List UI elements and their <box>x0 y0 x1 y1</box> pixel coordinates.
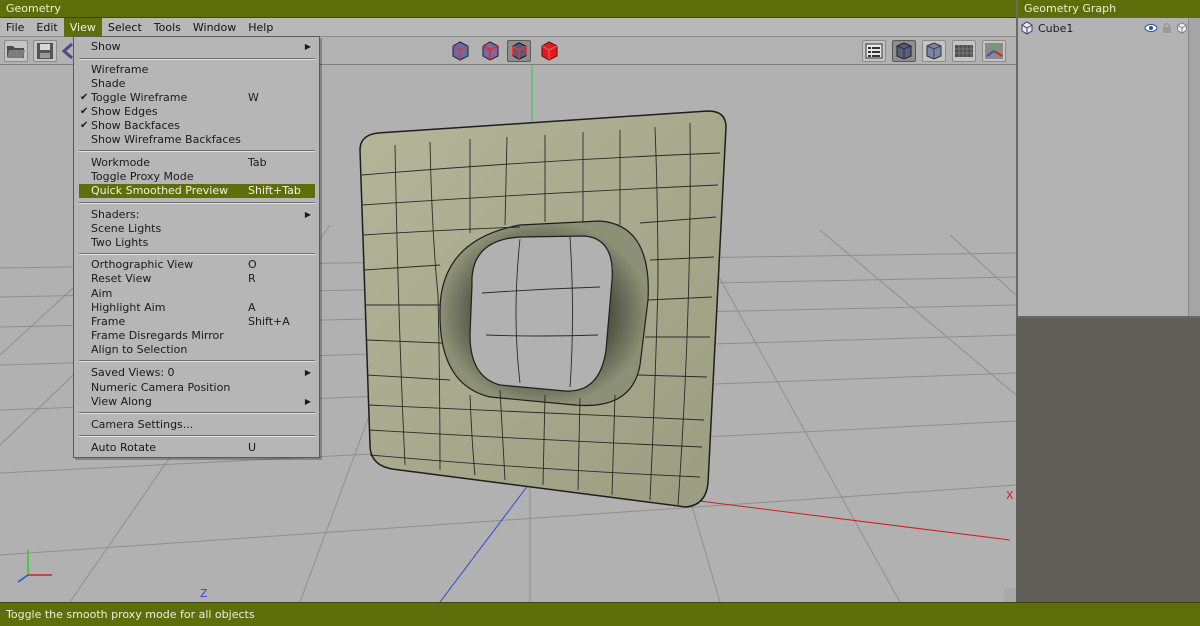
menu-item-saved-views[interactable]: Saved Views: 0 ▶ <box>79 366 315 380</box>
ground-grid-button[interactable] <box>952 40 976 62</box>
geometry-graph-title: Geometry Graph <box>1024 2 1117 15</box>
checkmark-icon: ✔ <box>80 120 89 131</box>
menu-select[interactable]: Select <box>102 18 148 37</box>
menu-separator <box>79 412 315 414</box>
cube1-mesh[interactable] <box>359 110 727 508</box>
graph-item-label: Cube1 <box>1038 21 1074 35</box>
cube-object-icon <box>1021 21 1033 35</box>
window-titlebar: Geometry <box>0 0 1016 18</box>
open-icon <box>7 46 25 58</box>
panel-list-icon <box>865 43 883 59</box>
submenu-arrow-icon: ▶ <box>304 42 311 51</box>
menu-item-view-along[interactable]: View Along ▶ <box>79 395 315 409</box>
ground-grid-icon <box>955 45 973 57</box>
menu-item-workmode[interactable]: Workmode Tab <box>79 156 315 170</box>
menu-item-numeric-camera-position[interactable]: Numeric Camera Position <box>79 381 315 395</box>
menu-item-quick-smoothed-preview[interactable]: Quick Smoothed Preview Shift+Tab <box>79 184 315 198</box>
menu-view[interactable]: View <box>63 17 102 37</box>
mesh-hole <box>469 235 613 392</box>
menu-item-frame-disregards-mirror[interactable]: Frame Disregards Mirror <box>79 329 315 343</box>
menu-item-orthographic-view[interactable]: Orthographic View O <box>79 258 315 272</box>
cube-wire-red-icon <box>482 41 499 61</box>
axes-toggle-button[interactable] <box>982 40 1006 62</box>
menu-item-auto-rotate[interactable]: Auto Rotate U <box>79 441 315 455</box>
menu-item-show-backfaces[interactable]: ✔ Show Backfaces <box>79 119 315 133</box>
geometry-graph-titlebar: Geometry Graph <box>1018 0 1200 18</box>
open-button[interactable] <box>4 40 28 62</box>
menu-item-wireframe[interactable]: Wireframe <box>79 63 315 77</box>
menu-window[interactable]: Window <box>187 18 242 37</box>
flat-view-button[interactable] <box>922 40 946 62</box>
menu-edit[interactable]: Edit <box>30 18 63 37</box>
submenu-arrow-icon: ▶ <box>304 210 311 219</box>
menu-separator <box>79 360 315 362</box>
checkmark-icon: ✔ <box>80 92 89 103</box>
graph-item-cube1[interactable]: Cube1 <box>1020 20 1188 36</box>
undo-button[interactable] <box>60 40 74 62</box>
menu-item-two-lights[interactable]: Two Lights <box>79 236 315 250</box>
menu-item-toggle-proxy-mode[interactable]: Toggle Proxy Mode <box>79 170 315 184</box>
save-icon <box>37 43 53 59</box>
shade-edges-mode-button[interactable] <box>507 40 531 62</box>
cube-wire-icon <box>452 41 469 61</box>
x-axis-label: X <box>1006 489 1014 502</box>
menu-item-aim[interactable]: Aim <box>79 287 315 301</box>
shaded-view-button[interactable] <box>892 40 916 62</box>
menu-item-show-wireframe-backfaces[interactable]: Show Wireframe Backfaces <box>79 133 315 147</box>
submenu-arrow-icon: ▶ <box>304 368 311 377</box>
menubar: File Edit View Select Tools Window Help <box>0 17 1016 37</box>
z-axis-line <box>439 479 533 602</box>
shaded-cube-icon <box>896 42 912 60</box>
menu-tools[interactable]: Tools <box>148 18 187 37</box>
wire-mode-button[interactable] <box>448 40 472 62</box>
z-axis-label: Z <box>200 587 208 600</box>
menu-item-show[interactable]: Show ▶ <box>79 40 315 54</box>
wire-shade-mode-button[interactable] <box>478 40 502 62</box>
axes-icon <box>985 43 1003 59</box>
menu-item-toggle-wireframe[interactable]: ✔ Toggle Wireframe W <box>79 91 315 105</box>
status-bar: Toggle the smooth proxy mode for all obj… <box>0 602 1200 626</box>
axis-gizmo <box>17 550 52 583</box>
menu-help[interactable]: Help <box>242 18 279 37</box>
menu-separator <box>79 150 315 152</box>
submenu-arrow-icon: ▶ <box>304 397 311 406</box>
solid-mode-button[interactable] <box>537 40 561 62</box>
menu-separator <box>79 253 315 255</box>
menu-item-scene-lights[interactable]: Scene Lights <box>79 222 315 236</box>
menu-separator <box>79 202 315 204</box>
menu-item-reset-view[interactable]: Reset View R <box>79 272 315 286</box>
menu-item-frame[interactable]: Frame Shift+A <box>79 315 315 329</box>
menu-item-shade[interactable]: Shade <box>79 77 315 91</box>
eye-icon[interactable] <box>1144 23 1158 33</box>
menu-item-highlight-aim[interactable]: Highlight Aim A <box>79 301 315 315</box>
save-button[interactable] <box>33 40 57 62</box>
panel-list-button[interactable] <box>862 40 886 62</box>
cube-red-wire-pressed-icon <box>512 42 527 60</box>
cube-red-solid-icon <box>541 41 558 61</box>
viewport-scroll-corner[interactable] <box>1004 588 1016 602</box>
menu-separator <box>79 435 315 437</box>
menu-file[interactable]: File <box>0 18 30 37</box>
menu-item-show-edges[interactable]: ✔ Show Edges <box>79 105 315 119</box>
flat-cube-icon <box>926 42 942 60</box>
view-menu-dropdown: Show ▶ Wireframe Shade ✔ Toggle Wirefram… <box>73 36 320 458</box>
window-title: Geometry <box>6 2 61 15</box>
status-text: Toggle the smooth proxy mode for all obj… <box>6 608 255 621</box>
checkmark-icon: ✔ <box>80 106 89 117</box>
empty-panel-area <box>1016 318 1200 602</box>
render-cube-icon[interactable] <box>1176 22 1188 34</box>
lock-icon[interactable] <box>1162 22 1172 34</box>
geometry-graph-panel: Geometry Graph Cube1 <box>1016 0 1200 318</box>
undo-icon <box>61 42 73 60</box>
menu-separator <box>79 58 315 60</box>
menu-item-shaders[interactable]: Shaders: ▶ <box>79 208 315 222</box>
geometry-graph-scrollbar[interactable] <box>1188 18 1200 316</box>
menu-item-camera-settings[interactable]: Camera Settings... <box>79 418 315 432</box>
menu-item-align-to-selection[interactable]: Align to Selection <box>79 343 315 357</box>
